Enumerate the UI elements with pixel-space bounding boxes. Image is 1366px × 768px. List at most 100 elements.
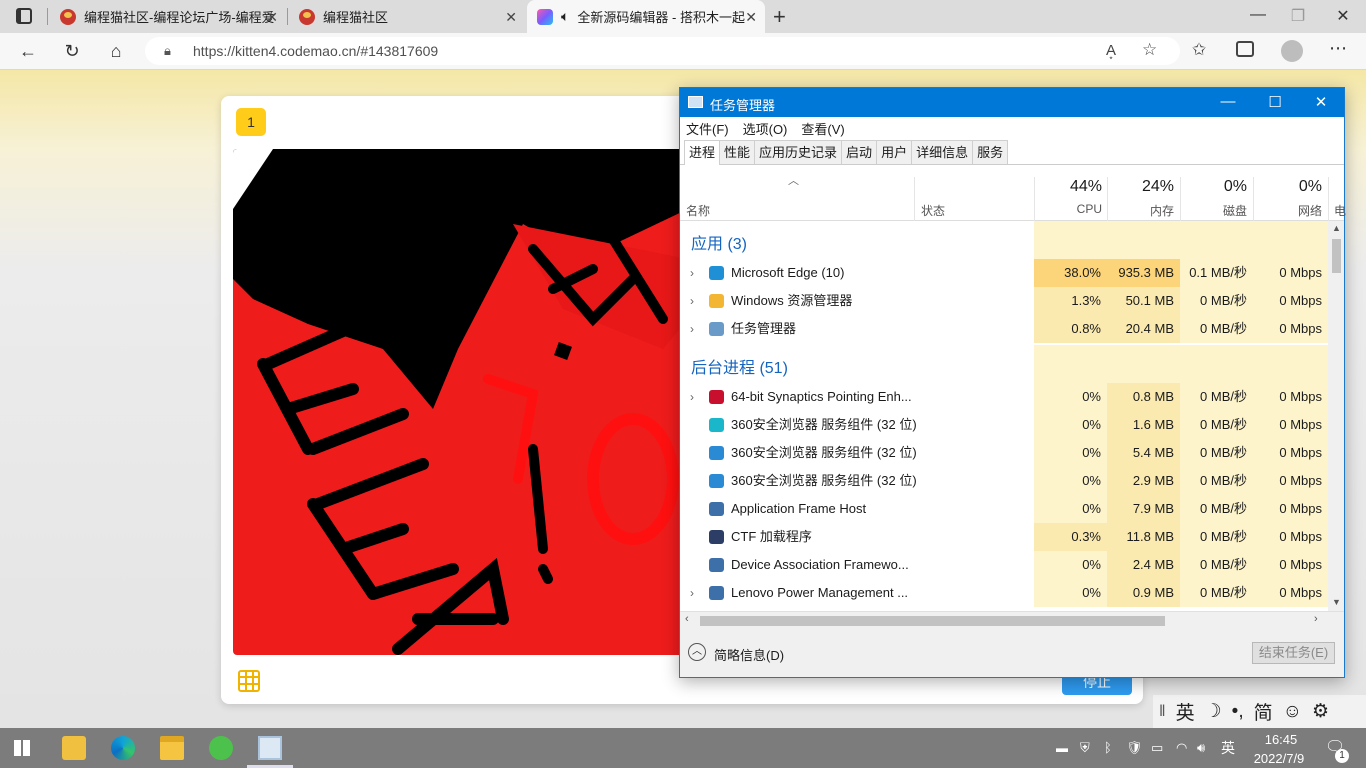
process-row[interactable]: › 64-bit Synaptics Pointing Enh... 0% 0.8 M…: [680, 383, 1328, 411]
ime-settings-icon[interactable]: ⚙: [1312, 700, 1329, 723]
refresh-icon[interactable]: ↻: [58, 39, 86, 63]
volume-icon[interactable]: 🔊︎: [1197, 728, 1205, 768]
back-icon[interactable]: ←: [14, 39, 42, 63]
bluetooth-icon[interactable]: ᛒ: [1104, 728, 1112, 768]
tm-close-icon[interactable]: ✕: [1298, 93, 1344, 111]
memory-total[interactable]: 24%: [1110, 178, 1174, 196]
process-row[interactable]: 360安全浏览器 服务组件 (32 位) 0% 2.9 MB 0 MB/秒 0 Mbps: [680, 467, 1328, 495]
scene-badge[interactable]: 1: [236, 108, 266, 136]
menu-file[interactable]: 文件(F): [686, 119, 729, 138]
profile-avatar[interactable]: [1281, 40, 1303, 62]
tab-details[interactable]: 详细信息: [911, 140, 974, 164]
close-tab-icon[interactable]: ✕: [266, 9, 278, 26]
tab-editor[interactable]: 🔈︎ 全新源码编辑器 - 搭积木一起 ✕: [527, 0, 765, 33]
favorites-icon[interactable]: ✩: [1192, 40, 1206, 60]
col-name[interactable]: 名称: [686, 202, 710, 219]
process-cpu: 0%: [1034, 579, 1107, 607]
wifi-icon[interactable]: ◠: [1176, 728, 1187, 768]
grid-icon[interactable]: [238, 670, 260, 692]
tab-performance[interactable]: 性能: [719, 140, 756, 164]
process-name: Application Frame Host: [731, 501, 867, 516]
process-mem: 2.4 MB: [1107, 551, 1180, 579]
edge-icon[interactable]: [111, 736, 135, 760]
expand-chevron-icon[interactable]: ›: [690, 287, 694, 315]
close-tab-icon[interactable]: ✕: [505, 9, 517, 26]
tab-services[interactable]: 服务: [972, 140, 1009, 164]
store-icon[interactable]: [62, 736, 86, 760]
tab-users[interactable]: 用户: [876, 140, 913, 164]
security-icon[interactable]: ⛨: [1080, 728, 1090, 768]
process-row[interactable]: Device Association Framewo... 0% 2.4 MB 0 M…: [680, 551, 1328, 579]
input-lang[interactable]: 英: [1221, 728, 1235, 768]
tab-startup[interactable]: 启动: [841, 140, 878, 164]
game-stage[interactable]: [233, 149, 688, 655]
collections-icon[interactable]: [1236, 41, 1254, 57]
menu-view[interactable]: 查看(V): [801, 119, 844, 138]
close-tab-icon[interactable]: ✕: [745, 9, 757, 26]
cpu-total[interactable]: 44%: [1040, 178, 1102, 196]
add-favorite-icon[interactable]: ☆: [1142, 40, 1157, 60]
horizontal-scrollbar[interactable]: ‹ ›: [680, 611, 1344, 629]
process-row[interactable]: › Microsoft Edge (10) 38.0% 935.3 MB 0.1 MB/…: [680, 259, 1328, 287]
battery-saver-icon[interactable]: ▬: [1056, 728, 1068, 768]
ime-fullwidth-icon[interactable]: ☽: [1205, 700, 1222, 723]
file-explorer-icon[interactable]: [160, 736, 184, 760]
vertical-scrollbar[interactable]: ▲ ▼: [1328, 221, 1344, 611]
fewer-details-link[interactable]: 简略信息(D): [714, 645, 784, 664]
start-icon[interactable]: [14, 740, 30, 756]
restore-icon[interactable]: ❐: [1275, 6, 1321, 26]
ime-grip-icon[interactable]: ‖: [1159, 703, 1166, 721]
speaker-icon[interactable]: 🔈︎: [561, 8, 569, 25]
ime-lang-button[interactable]: 英: [1176, 698, 1195, 725]
codemao-favicon-icon: [299, 8, 315, 25]
network-total[interactable]: 0%: [1260, 178, 1322, 196]
taskbar: ▬ ⛨ ᛒ 🛡︎ ▭ ◠ 🔊︎ 英 16:45 2022/7/9 🗨︎ 1: [0, 728, 1366, 768]
expand-chevron-icon[interactable]: ›: [690, 259, 694, 287]
menu-options[interactable]: 选项(O): [743, 119, 788, 138]
process-row[interactable]: Application Frame Host 0% 7.9 MB 0 MB/秒 0 Mb…: [680, 495, 1328, 523]
col-power[interactable]: 电: [1334, 202, 1346, 219]
tab-forum[interactable]: 编程猫社区-编程论坛广场-编程爱 ✕: [50, 0, 286, 33]
process-row[interactable]: CTF 加载程序 0.3% 11.8 MB 0 MB/秒 0 Mbps: [680, 523, 1328, 551]
browser-360-icon[interactable]: [209, 736, 233, 760]
lock-icon[interactable]: 🔒︎: [164, 43, 171, 59]
col-cpu[interactable]: CPU: [1040, 202, 1102, 216]
collapse-icon[interactable]: ︿: [688, 643, 706, 661]
col-memory[interactable]: 内存: [1110, 202, 1174, 219]
new-tab-button[interactable]: +: [773, 4, 786, 30]
tab-processes[interactable]: 进程: [684, 140, 721, 165]
process-row[interactable]: 360安全浏览器 服务组件 (32 位) 0% 5.4 MB 0 MB/秒 0 Mbps: [680, 439, 1328, 467]
home-icon[interactable]: ⌂: [102, 39, 130, 63]
process-row[interactable]: 360安全浏览器 服务组件 (32 位) 0% 1.6 MB 0 MB/秒 0 Mbps: [680, 411, 1328, 439]
disk-total[interactable]: 0%: [1185, 178, 1247, 196]
battery-icon[interactable]: ▭: [1151, 728, 1163, 768]
expand-chevron-icon[interactable]: ›: [690, 579, 694, 607]
process-disk: 0 MB/秒: [1180, 383, 1253, 411]
tab-app-history[interactable]: 应用历史记录: [754, 140, 843, 164]
col-status[interactable]: 状态: [921, 202, 945, 219]
process-net: 0 Mbps: [1253, 411, 1328, 439]
col-network[interactable]: 网络: [1260, 202, 1322, 219]
codemao-favicon-icon: [60, 8, 76, 25]
tab-actions-icon[interactable]: [16, 8, 32, 24]
tm-minimize-icon[interactable]: —: [1205, 93, 1251, 110]
task-manager-titlebar[interactable]: 任务管理器 — ☐ ✕: [680, 88, 1344, 117]
ime-punctuation-icon[interactable]: •,: [1232, 701, 1244, 723]
close-icon[interactable]: ✕: [1320, 6, 1366, 26]
task-manager-taskbar-icon[interactable]: [258, 736, 282, 760]
process-row[interactable]: › 任务管理器 0.8% 20.4 MB 0 MB/秒 0 Mbps: [680, 315, 1328, 343]
expand-chevron-icon[interactable]: ›: [690, 383, 694, 411]
tab-community[interactable]: 编程猫社区 ✕: [289, 0, 525, 33]
read-aloud-icon[interactable]: A͙: [1106, 42, 1116, 59]
col-disk[interactable]: 磁盘: [1185, 202, 1247, 219]
url-text[interactable]: https://kitten4.codemao.cn/#143817609: [193, 43, 438, 59]
tab-divider: [287, 8, 288, 25]
defender-icon[interactable]: 🛡︎: [1126, 728, 1143, 768]
more-options-icon[interactable]: ⋯: [1329, 38, 1347, 59]
process-row[interactable]: › Windows 资源管理器 1.3% 50.1 MB 0 MB/秒 0 Mbps: [680, 287, 1328, 315]
end-task-button[interactable]: 结束任务(E): [1252, 642, 1335, 664]
process-row[interactable]: › Lenovo Power Management ... 0% 0.9 MB 0 MB…: [680, 579, 1328, 607]
tm-maximize-icon[interactable]: ☐: [1252, 93, 1298, 111]
expand-chevron-icon[interactable]: ›: [690, 315, 694, 343]
clock-date[interactable]: 2022/7/9: [1246, 739, 1312, 768]
